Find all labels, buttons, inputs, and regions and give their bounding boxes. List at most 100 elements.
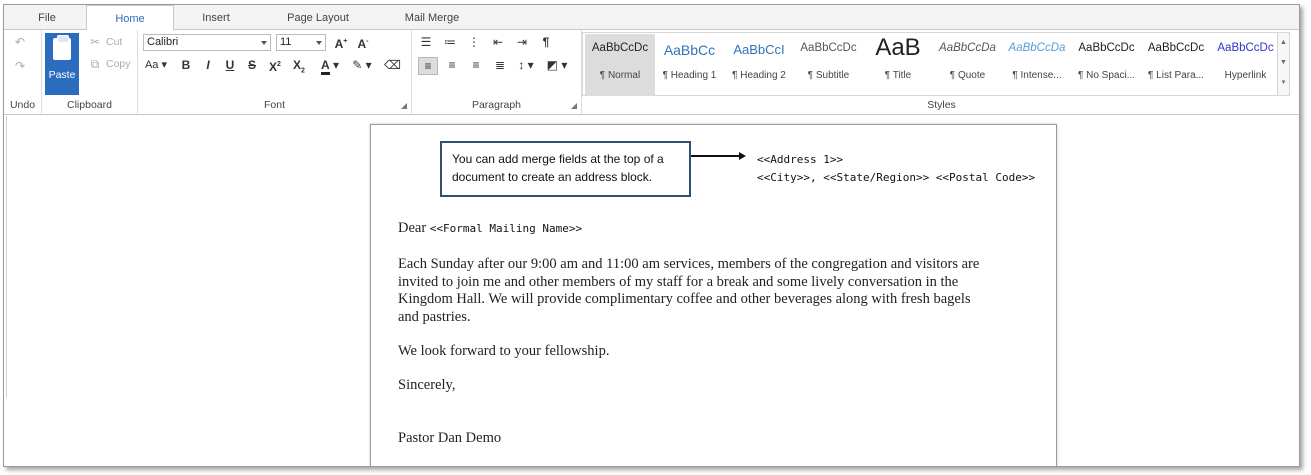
subscript-icon[interactable]: X2 (292, 57, 306, 79)
style-name: ¶ Quote (949, 70, 986, 81)
style-item[interactable]: AaBbCcDc ¶ Normal (585, 34, 655, 96)
style-name: Hyperlink (1224, 70, 1267, 81)
document-page[interactable]: You can add merge fields at the top of a… (370, 124, 1057, 466)
highlight-color-icon[interactable]: ✎ ▾ (350, 57, 374, 73)
align-left-icon[interactable]: ≡ (418, 57, 438, 75)
tab-home[interactable]: Home (86, 5, 174, 31)
style-sample: AaBbCcDc (1078, 42, 1135, 54)
clipboard-group-label: Clipboard (67, 99, 112, 111)
undo-group-label: Undo (9, 99, 36, 111)
redo-icon[interactable]: ↷ (12, 58, 28, 74)
paragraph-dialog-launcher-icon[interactable] (571, 103, 577, 109)
increase-indent-icon[interactable]: ⇥ (514, 34, 530, 50)
word-editor-window: File Home Insert Page Layout Mail Merge … (3, 4, 1300, 467)
font-size-combo[interactable]: 11 (276, 34, 326, 51)
signature-text: Pastor Dan Demo (398, 430, 502, 446)
chevron-down-icon (316, 41, 322, 45)
style-name: ¶ Heading 1 (662, 70, 717, 81)
clear-formatting-icon[interactable]: ⌫ (384, 57, 401, 73)
copy-button[interactable]: Copy (106, 56, 131, 72)
justify-icon[interactable]: ≣ (492, 57, 508, 73)
style-name: ¶ Intense... (1012, 70, 1062, 81)
merge-field-formal-name: <<Formal Mailing Name>> (429, 222, 583, 235)
cut-icon[interactable]: ✂ (88, 34, 102, 50)
style-name: ¶ Normal (599, 70, 641, 81)
show-marks-icon[interactable]: ¶ (538, 34, 554, 50)
paste-button[interactable]: Paste (45, 33, 79, 95)
numbering-icon[interactable]: ≔ (442, 34, 458, 50)
paragraph-group-label: Paragraph (471, 99, 522, 111)
multilevel-list-icon[interactable]: ⋮ (466, 34, 482, 50)
style-item[interactable]: AaBbCcDc Hyperlink (1211, 34, 1281, 96)
shading-icon[interactable]: ◩ ▾ (544, 57, 570, 73)
font-family-combo[interactable]: Calibri (143, 34, 271, 51)
superscript-icon[interactable]: X2 (268, 57, 282, 75)
paragraph-group: ☰ ≔ ⋮ ⇤ ⇥ ¶ ≡ ≡ ≡ ≣ ↕ ▾ ◩ ▾ Paragraph (412, 30, 582, 114)
style-sample: AaBbCc (663, 42, 716, 58)
line-spacing-icon[interactable]: ↕ ▾ (514, 57, 538, 73)
grow-font-icon[interactable]: A+ (334, 34, 348, 52)
body-paragraph-1: Each Sunday after our 9:00 am and 11:00 … (398, 256, 1038, 326)
style-sample: AaBbCcDc (800, 42, 857, 54)
style-item[interactable]: AaBbCcDc ¶ Subtitle (794, 34, 864, 96)
bullets-icon[interactable]: ☰ (418, 34, 434, 50)
paste-icon (53, 35, 71, 60)
style-name: ¶ Subtitle (807, 70, 850, 81)
tab-insert[interactable]: Insert (190, 5, 242, 30)
style-name: ¶ Title (884, 70, 912, 81)
gallery-scrollbar[interactable]: ▲ ▼ ▾ (1277, 33, 1289, 95)
body-paragraph-2: We look forward to your fellowship. (398, 343, 610, 359)
styles-group: AaBbCcDc ¶ Normal AaBbCc ¶ Heading 1 AaBbCcI… (582, 30, 1299, 114)
scroll-down-icon[interactable]: ▼ (1278, 53, 1289, 73)
bold-icon[interactable]: B (180, 57, 192, 73)
decrease-indent-icon[interactable]: ⇤ (490, 34, 506, 50)
style-item[interactable]: AaBbCcDa ¶ Quote (933, 34, 1003, 96)
left-margin-line (4, 116, 7, 398)
style-sample: AaB (875, 34, 921, 61)
body-line: invited to join me and other members of … (398, 273, 959, 290)
styles-group-label: Styles (927, 99, 956, 111)
style-sample: AaBbCcDc (1217, 42, 1274, 54)
align-center-icon[interactable]: ≡ (444, 57, 460, 73)
font-group-label: Font (263, 99, 285, 111)
closing-text: Sincerely, (398, 377, 456, 393)
styles-gallery: AaBbCcDc ¶ Normal AaBbCc ¶ Heading 1 AaBbCcI… (582, 32, 1290, 96)
style-name: ¶ Heading 2 (732, 70, 786, 81)
merge-field-city-state-postal: <<City>>, <<State/Region>> <<Postal Code… (757, 171, 1036, 184)
tab-mail-merge[interactable]: Mail Merge (394, 5, 470, 30)
font-group: Calibri 11 A+ A- Aa ▾ B I U S X2 X2 A ▾ … (138, 30, 412, 114)
style-item[interactable]: AaBbCcDc ¶ No Spaci... (1072, 34, 1142, 96)
change-case-icon[interactable]: Aa ▾ (144, 57, 168, 73)
style-item[interactable]: AaBbCcDa ¶ Intense... (1002, 34, 1072, 96)
font-dialog-launcher-icon[interactable] (401, 103, 407, 109)
undo-group: ↶ ↷ Undo (4, 30, 42, 114)
font-color-icon[interactable]: A ▾ (318, 57, 342, 75)
tab-file[interactable]: File (26, 5, 68, 30)
ribbon-tab-bar: File Home Insert Page Layout Mail Merge (4, 5, 1299, 31)
style-sample: AaBbCcDc (1147, 42, 1205, 54)
style-name: ¶ List Para... (1148, 70, 1204, 81)
callout-arrowhead (739, 152, 746, 160)
align-right-icon[interactable]: ≡ (468, 57, 484, 73)
tab-page-layout[interactable]: Page Layout (276, 5, 360, 30)
body-line: Each Sunday after our 9:00 am and 11:00 … (398, 256, 980, 272)
style-item[interactable]: AaBbCcI ¶ Heading 2 (724, 34, 794, 96)
underline-icon[interactable]: U (224, 57, 236, 73)
style-item[interactable]: AaBbCcDc ¶ List Para... (1141, 34, 1211, 96)
salutation-text: Dear (398, 220, 427, 236)
copy-icon[interactable]: ⧉ (88, 56, 102, 72)
expand-gallery-icon[interactable]: ▾ (1278, 73, 1289, 93)
shrink-font-icon[interactable]: A- (356, 34, 370, 52)
italic-icon[interactable]: I (202, 57, 214, 73)
scroll-up-icon[interactable]: ▲ (1278, 33, 1289, 53)
style-sample: AaBbCcDc (591, 42, 649, 54)
style-item[interactable]: AaBbCc ¶ Heading 1 (655, 34, 725, 96)
style-sample: AaBbCcDa (1008, 42, 1066, 54)
body-line: and pastries. (398, 308, 471, 325)
cut-button[interactable]: Cut (106, 34, 122, 50)
strikethrough-icon[interactable]: S (246, 57, 258, 73)
style-sample: AaBbCcDa (939, 42, 996, 54)
undo-icon[interactable]: ↶ (12, 34, 28, 50)
style-item[interactable]: AaB ¶ Title (863, 34, 933, 96)
callout-arrow (691, 155, 743, 157)
